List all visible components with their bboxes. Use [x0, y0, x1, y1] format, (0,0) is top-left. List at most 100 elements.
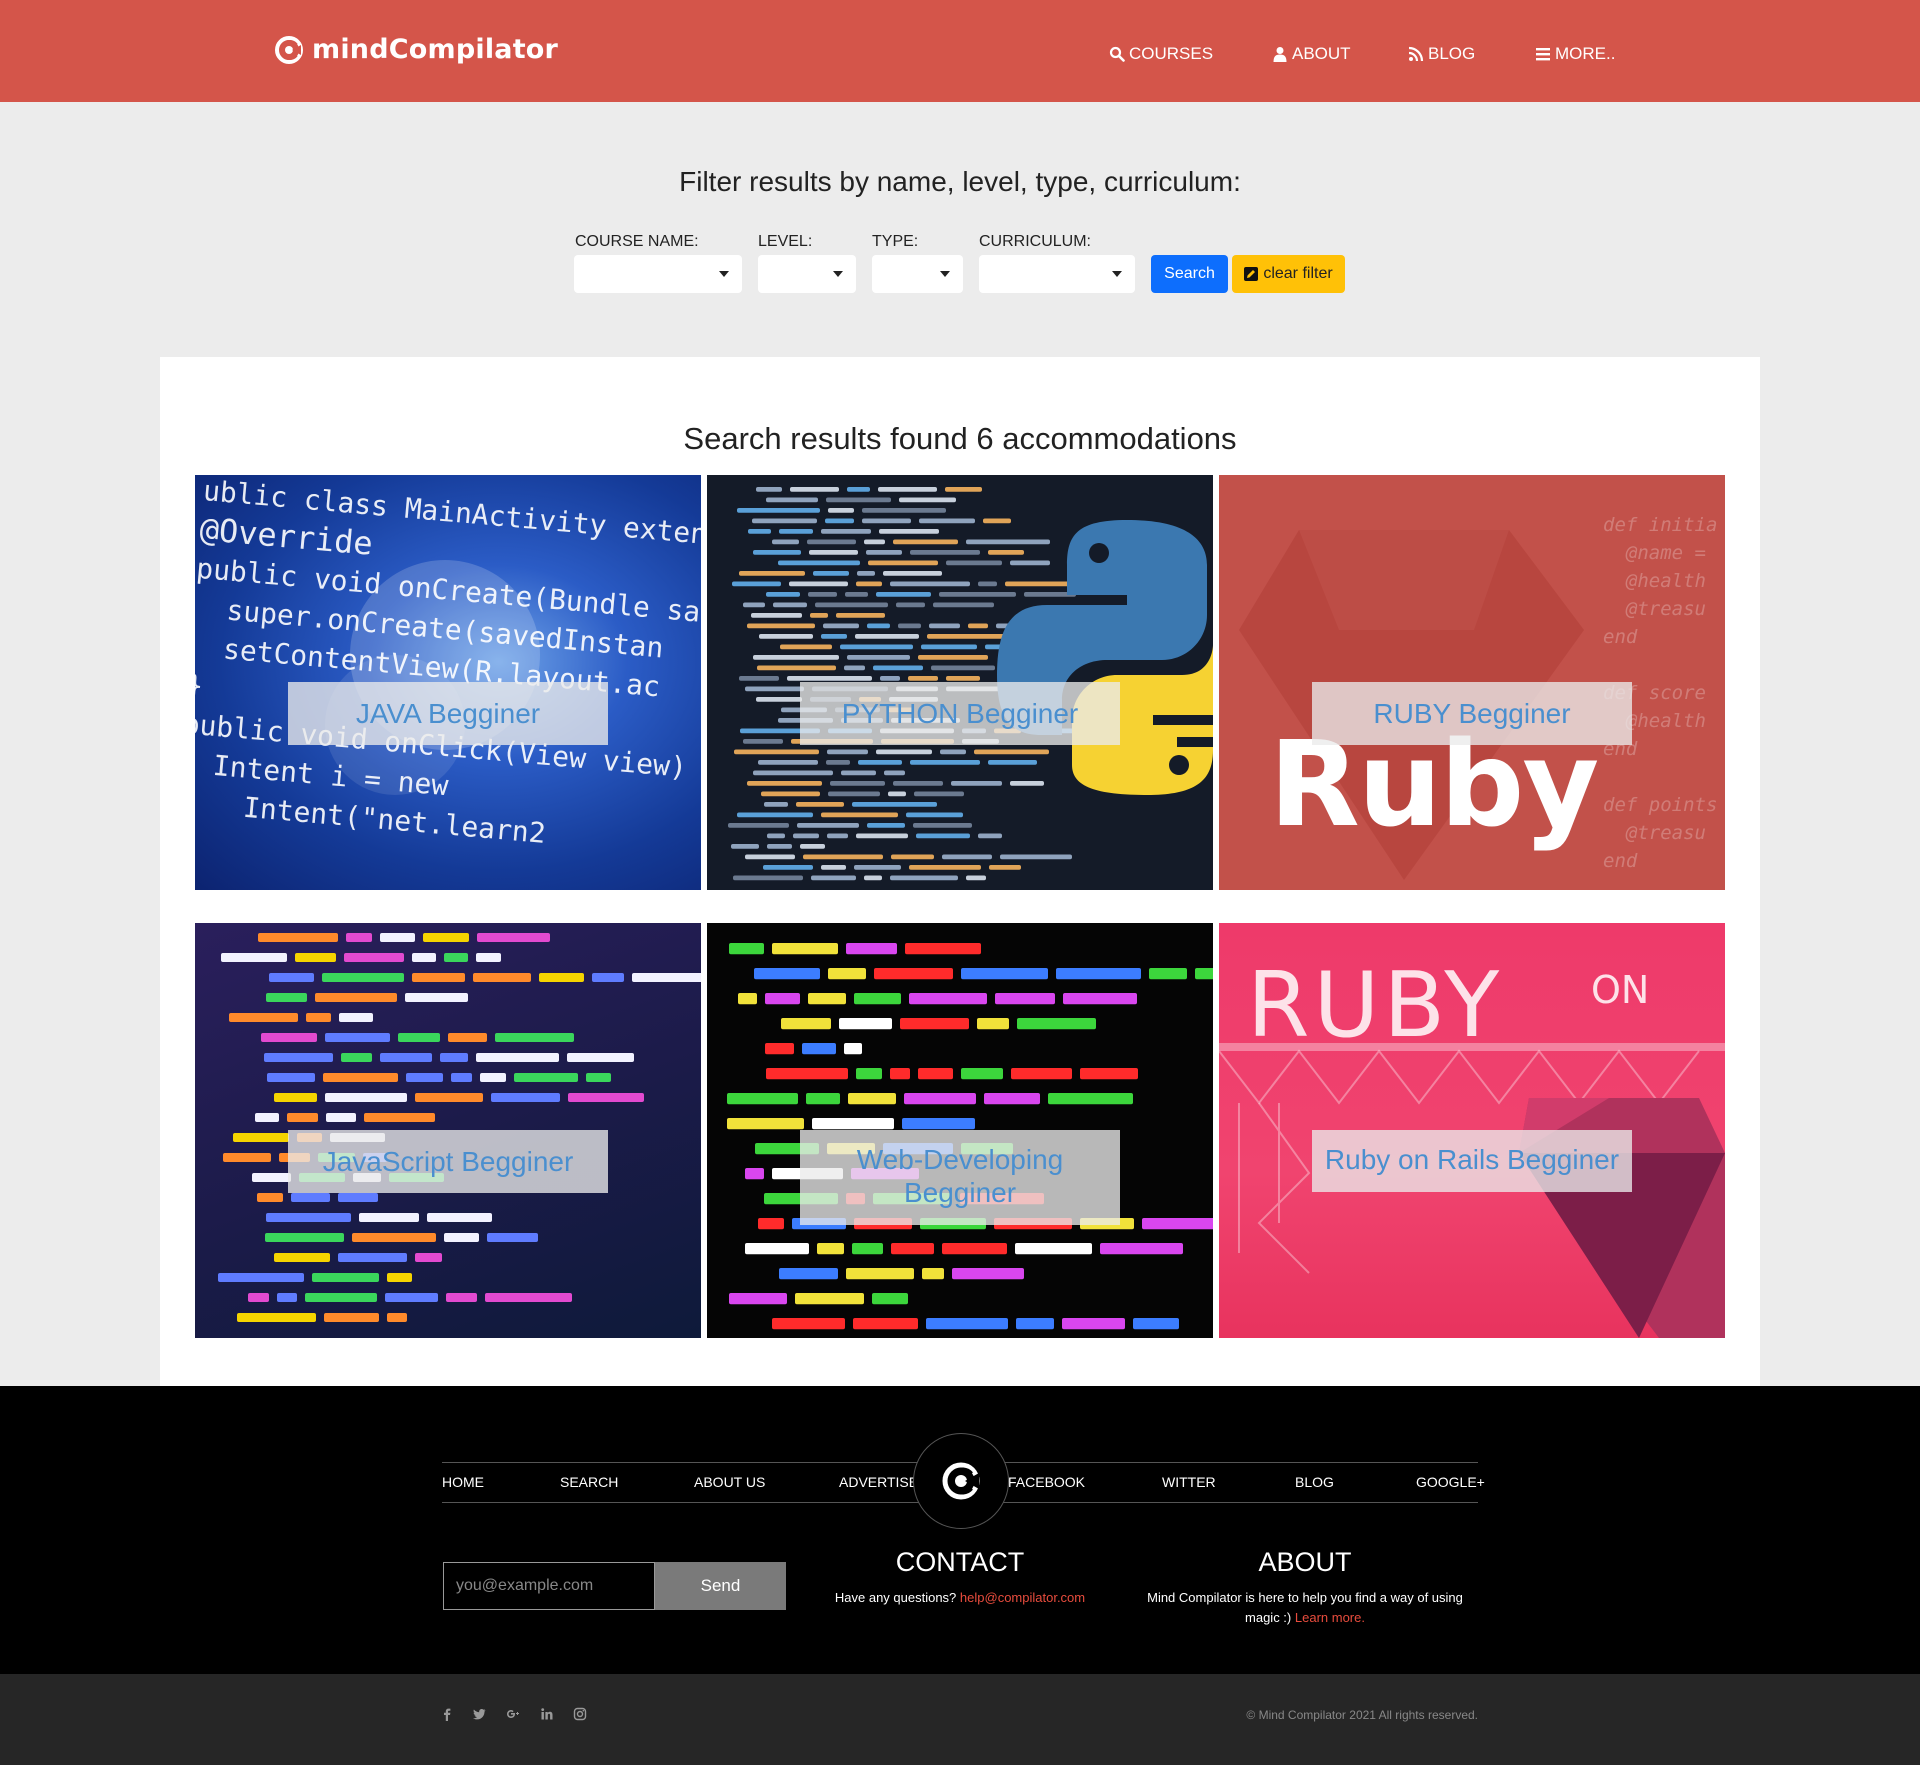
code-token — [853, 1318, 918, 1330]
filter-title: Filter results by name, level, type, cur… — [679, 166, 1241, 197]
chevron-down-icon — [719, 271, 729, 277]
compiler-logo-icon — [275, 35, 303, 64]
footer-nav-twitter[interactable]: WITTER — [1162, 1474, 1216, 1490]
course-card-web-developing[interactable]: Web-Developing Begginer — [707, 923, 1213, 1338]
code-token — [745, 1243, 809, 1255]
code-token — [567, 1053, 634, 1062]
footer-nav-facebook[interactable]: FACEBOOK — [1008, 1474, 1085, 1490]
code-token — [491, 1093, 560, 1102]
instagram-icon — [573, 1707, 587, 1721]
code-token — [261, 1033, 317, 1042]
nav-courses[interactable]: COURSES — [1109, 44, 1213, 64]
code-token — [802, 1043, 836, 1055]
course-card-ruby[interactable]: def initia @name = @health @treasu end de… — [1219, 475, 1725, 890]
footer-nav-advertise[interactable]: ADVERTISE — [839, 1474, 918, 1490]
code-token — [223, 1153, 271, 1162]
code-token — [295, 953, 336, 962]
clear-filter-button[interactable]: clear filter — [1232, 255, 1345, 293]
code-token — [854, 993, 901, 1005]
code-token — [325, 1093, 407, 1102]
footer-nav-search[interactable]: SEARCH — [560, 1474, 618, 1490]
footer-nav-google-plus[interactable]: GOOGLE+ — [1416, 1474, 1485, 1490]
code-token — [942, 1243, 1007, 1255]
code-token — [221, 953, 287, 962]
google-plus-link[interactable] — [506, 1707, 540, 1726]
facebook-link[interactable] — [440, 1707, 472, 1726]
code-token — [444, 1233, 479, 1242]
code-token — [387, 1313, 407, 1322]
google-plus-icon — [507, 1710, 519, 1718]
newsletter-send-button[interactable]: Send — [655, 1562, 786, 1610]
nav-courses-label: COURSES — [1129, 44, 1214, 63]
code-token — [1063, 993, 1137, 1005]
search-button[interactable]: Search — [1151, 255, 1228, 293]
nav-about[interactable]: ABOUT — [1272, 44, 1351, 64]
code-token — [380, 933, 415, 942]
instagram-link[interactable] — [573, 1707, 593, 1726]
linkedin-icon — [541, 1708, 553, 1720]
code-token — [904, 1093, 976, 1105]
code-token — [477, 933, 550, 942]
code-token — [451, 1073, 472, 1082]
contact-email-link[interactable]: help@compilator.com — [960, 1590, 1085, 1605]
code-token — [1015, 1243, 1092, 1255]
clear-filter-label: clear filter — [1263, 265, 1333, 282]
code-token — [1062, 1318, 1125, 1330]
sub-footer — [0, 1674, 1920, 1765]
code-token — [266, 1213, 351, 1222]
code-token — [1100, 1243, 1183, 1255]
code-token — [727, 1093, 798, 1105]
curriculum-select[interactable] — [979, 255, 1135, 293]
filter-panel — [176, 117, 1744, 340]
footer-nav-blog[interactable]: BLOG — [1295, 1474, 1334, 1490]
code-token — [338, 1253, 407, 1262]
nav-more[interactable]: MORE.. — [1535, 44, 1615, 64]
code-token — [218, 1273, 304, 1282]
type-label: TYPE: — [872, 233, 919, 250]
code-token — [1080, 1068, 1138, 1080]
code-token — [255, 1113, 279, 1122]
nav-more-label: MORE.. — [1555, 44, 1616, 63]
results-title: Search results found 6 accommodations — [683, 421, 1237, 456]
code-token — [848, 1093, 896, 1105]
code-token — [473, 973, 531, 982]
course-card-ruby-on-rails[interactable]: RUBY ON Ruby on Rails Begginer — [1219, 923, 1725, 1338]
brand-logo-link[interactable]: mindCompilator — [274, 34, 558, 65]
course-card-java[interactable]: ublic class MainActivity extends @Overrid… — [195, 475, 701, 890]
footer-logo[interactable] — [913, 1433, 1009, 1529]
code-token — [380, 1053, 432, 1062]
type-select[interactable] — [872, 255, 963, 293]
nav-blog[interactable]: BLOG — [1408, 44, 1475, 64]
code-token — [427, 1213, 492, 1222]
code-token — [440, 1053, 468, 1062]
footer-nav-home[interactable]: HOME — [442, 1474, 484, 1490]
about-learn-more-link[interactable]: Learn more. — [1295, 1610, 1365, 1625]
code-token — [485, 1293, 572, 1302]
newsletter-email-input[interactable] — [443, 1562, 655, 1610]
code-token — [274, 1093, 317, 1102]
course-name-label: COURSE NAME: — [575, 233, 699, 250]
course-card-python[interactable]: PYTHON Begginer — [707, 475, 1213, 890]
code-token — [900, 1018, 969, 1030]
level-label: LEVEL: — [758, 233, 813, 250]
level-select[interactable] — [758, 255, 856, 293]
course-name-select[interactable] — [574, 255, 742, 293]
code-token — [1149, 968, 1187, 980]
footer-nav-about-us[interactable]: ABOUT US — [694, 1474, 765, 1490]
twitter-link[interactable] — [472, 1707, 506, 1726]
ruby-code-line: end — [1603, 850, 1638, 872]
code-token — [984, 1093, 1040, 1105]
code-token — [568, 1093, 644, 1102]
code-token — [1195, 968, 1213, 980]
course-card-javascript[interactable]: JavaScript Begginer — [195, 923, 701, 1338]
code-token — [1011, 1068, 1072, 1080]
code-token — [729, 943, 764, 955]
code-token — [902, 1118, 975, 1130]
linkedin-link[interactable] — [540, 1707, 573, 1726]
nav-blog-label: BLOG — [1428, 44, 1476, 63]
rss-icon — [1408, 46, 1424, 62]
code-token — [423, 933, 469, 942]
ruby-code-line: @health — [1603, 570, 1706, 592]
code-token — [341, 1053, 372, 1062]
code-token — [258, 933, 338, 942]
